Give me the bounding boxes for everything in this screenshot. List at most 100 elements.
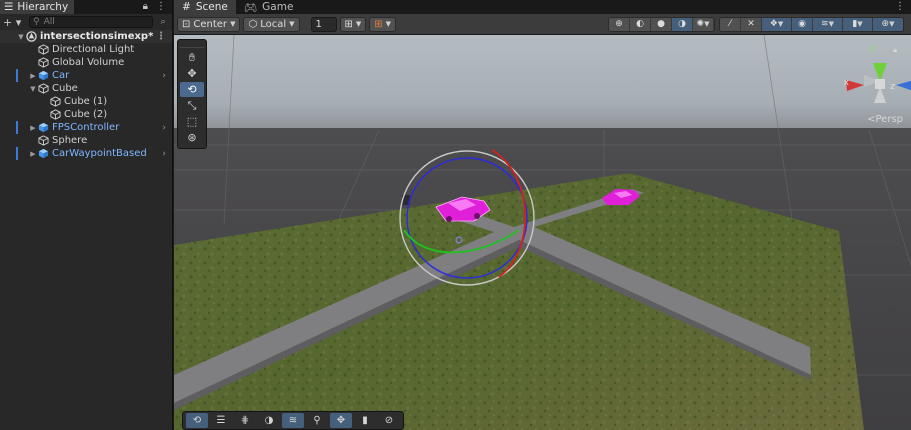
chevron-right-icon[interactable]: › <box>162 123 166 133</box>
navigation-icon[interactable]: ⊘ <box>378 413 400 428</box>
grid-snap-dropdown[interactable]: ⊞ ▼ <box>339 16 367 32</box>
chevron-right-icon[interactable]: › <box>162 71 166 81</box>
camera-icon[interactable]: ▮ <box>354 413 376 428</box>
hierarchy-tree: ▼ intersectionsimexp* ⋮ Directional Ligh… <box>0 30 172 160</box>
gamepad-icon: 🎮︎ <box>243 1 258 14</box>
add-object-button[interactable]: + ▾ <box>3 16 25 29</box>
layers-icon[interactable]: ≋ <box>282 413 304 428</box>
search-icon: ⚲ <box>33 17 40 27</box>
prefab-override-bar <box>16 121 18 134</box>
2d-toggle-icon[interactable]: ⁄ <box>720 17 741 31</box>
collapse-arrow-icon[interactable]: ▶ <box>28 150 38 158</box>
layers-dropdown[interactable]: ≋ ▼ <box>813 17 843 31</box>
unity-scene-icon <box>26 31 37 42</box>
grid-icon: # <box>182 1 191 13</box>
hierarchy-item[interactable]: Global Volume <box>0 56 172 69</box>
expand-arrow-icon[interactable]: ▼ <box>28 85 38 93</box>
bottom-overlay-toolbar: ⟲ ☰ ⋕ ◑ ≋ ⚲ ✥ ▮ ⊘ <box>182 411 404 430</box>
hand-icon[interactable]: ✋︎ <box>180 50 204 65</box>
item-label: Cube (1) <box>64 96 108 107</box>
scene-toolbar: ⊡ Center ▼ ⬡ Local ▼ 1 ⊞ ▼ ⊞ ▼ ⊕ ◐ ● ◑ ✺… <box>174 14 911 35</box>
shaded-mode-icon[interactable]: ● <box>651 17 672 31</box>
hierarchy-item-cube[interactable]: ▼ Cube <box>0 82 172 95</box>
scene-visibility-icon[interactable]: ◉ <box>792 17 813 31</box>
hierarchy-panel: ☰ Hierarchy 🔒︎ ⋮ + ▾ ⚲ All ⌕ ▼ intersect… <box>0 0 173 430</box>
scene-row[interactable]: ▼ intersectionsimexp* ⋮ <box>0 30 172 43</box>
search-placeholder: All <box>43 17 55 27</box>
camera-dropdown[interactable]: ▮ ▼ <box>843 17 873 31</box>
hierarchy-search-input[interactable]: ⚲ All <box>29 16 153 28</box>
hierarchy-tab-label: Hierarchy <box>17 1 69 13</box>
hierarchy-item[interactable]: Cube (2) <box>0 108 172 121</box>
hierarchy-item[interactable]: Cube (1) <box>0 95 172 108</box>
hierarchy-item-fpscontroller[interactable]: ▶ FPSController › <box>0 121 172 134</box>
hierarchy-item[interactable]: Sphere <box>0 134 172 147</box>
audio-fx-dropdown[interactable]: ❖ ▼ <box>762 17 792 31</box>
item-label: FPSController <box>52 122 120 133</box>
overlay-group: ⁄ ✕ ❖ ▼ ◉ ≋ ▼ ▮ ▼ ⊕ ▼ <box>719 16 904 32</box>
projection-toggle[interactable]: <Persp <box>867 114 903 125</box>
expand-arrow-icon[interactable]: ▼ <box>16 33 26 41</box>
local-cube-icon: ⬡ <box>248 18 258 30</box>
move-icon[interactable]: ✥ <box>330 413 352 428</box>
snap-increment-field[interactable]: 1 <box>310 16 337 32</box>
rotate-icon[interactable]: ⟲ <box>180 82 204 97</box>
chevron-right-icon[interactable]: › <box>162 149 166 159</box>
grid-visibility-dropdown[interactable]: ⊞ ▼ <box>369 16 397 32</box>
gizmo-x-label: x <box>843 78 849 88</box>
move-icon[interactable]: ✥ <box>180 66 204 81</box>
scene-menu-icon[interactable]: ⋮ <box>156 31 166 42</box>
collapse-arrow-icon[interactable]: ▶ <box>28 72 38 80</box>
shading-icon[interactable]: ◑ <box>258 413 280 428</box>
kebab-menu-icon[interactable]: ⋮ <box>156 1 166 12</box>
hierarchy-tab[interactable]: ☰ Hierarchy <box>0 0 75 14</box>
pivot-rotation-label: Local <box>260 18 287 30</box>
pivot-mode-dropdown[interactable]: ⊡ Center ▼ <box>177 16 241 32</box>
scale-icon[interactable]: ⤡ <box>180 98 204 113</box>
pivot-rotation-dropdown[interactable]: ⬡ Local ▼ <box>243 16 300 32</box>
hierarchy-toolbar: + ▾ ⚲ All ⌕ <box>0 14 172 30</box>
gameobject-cube-icon <box>50 96 61 107</box>
pivot-icon: ⊡ <box>182 18 191 30</box>
gameobject-cube-icon <box>38 44 49 55</box>
scene-viewport[interactable]: ✋︎ ✥ ⟲ ⤡ ⬚ ⊛ 🔒︎ y x z <Persp ⟲ ☰ ⋕ ◑ ≋ ⚲… <box>174 35 911 430</box>
search-filter-icon[interactable]: ⌕ <box>157 17 169 27</box>
hierarchy-tab-bar: ☰ Hierarchy 🔒︎ ⋮ <box>0 0 172 14</box>
snap-settings-icon[interactable]: ☰ <box>210 413 232 428</box>
hierarchy-item-car[interactable]: ▶ Car › <box>0 69 172 82</box>
dropdown-caret-icon: ▼ <box>385 20 392 28</box>
prefab-override-bar <box>16 69 18 82</box>
kebab-menu-icon[interactable]: ⋮ <box>895 1 905 12</box>
debug-mode-dropdown[interactable]: ✺ ▼ <box>693 17 714 31</box>
gizmos-dropdown[interactable]: ⊕ ▼ <box>873 17 903 31</box>
gameobject-cube-icon <box>50 109 61 120</box>
lock-icon[interactable]: 🔒︎ <box>143 1 148 12</box>
collapse-arrow-icon[interactable]: ▶ <box>28 124 38 132</box>
lighting-toggle-icon[interactable]: ✕ <box>741 17 762 31</box>
hierarchy-item-carwaypointbased[interactable]: ▶ CarWaypointBased › <box>0 147 172 160</box>
overlay-drag-handle[interactable] <box>180 42 204 48</box>
item-label: CarWaypointBased <box>52 148 147 159</box>
shaded-wireframe-icon[interactable]: ◐ <box>630 17 651 31</box>
search-icon[interactable]: ⚲ <box>306 413 328 428</box>
lock-icon[interactable]: 🔒︎ <box>893 46 897 55</box>
transform-icon[interactable]: ⊛ <box>180 130 204 145</box>
grid-settings-icon[interactable]: ⋕ <box>234 413 256 428</box>
tab-scene-label: Scene <box>195 1 228 13</box>
wireframe-mode-icon[interactable]: ⊕ <box>609 17 630 31</box>
grid-snap-icon: ⊞ <box>344 18 353 30</box>
gameobject-cube-icon <box>38 57 49 68</box>
unlit-mode-icon[interactable]: ◑ <box>672 17 693 31</box>
hierarchy-item[interactable]: Directional Light <box>0 43 172 56</box>
prefab-cube-icon <box>38 148 49 159</box>
rect-icon[interactable]: ⬚ <box>180 114 204 129</box>
item-label: Car <box>52 70 70 81</box>
rotate-icon[interactable]: ⟲ <box>186 413 208 428</box>
item-label: Directional Light <box>52 44 135 55</box>
tab-game[interactable]: 🎮︎ Game <box>236 0 302 14</box>
scene-name: intersectionsimexp* <box>40 31 154 42</box>
tab-scene[interactable]: # Scene <box>174 0 236 14</box>
dropdown-caret-icon: ▼ <box>230 20 236 28</box>
item-label: Sphere <box>52 135 88 146</box>
tab-game-label: Game <box>262 1 294 13</box>
